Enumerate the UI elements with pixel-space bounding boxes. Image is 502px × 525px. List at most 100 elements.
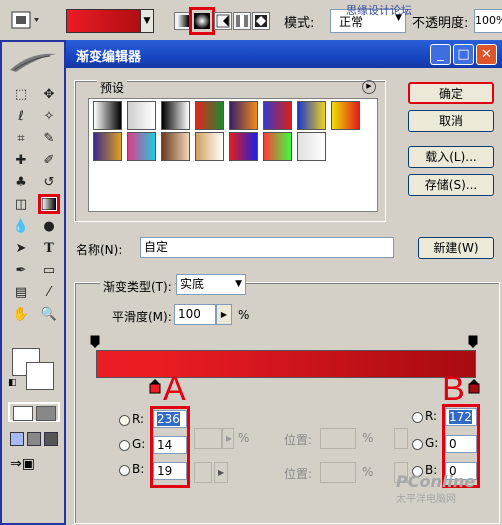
lasso-icon[interactable]: ℓ [10,106,32,126]
preset-swatch[interactable] [127,101,156,130]
zoom-icon[interactable]: 🔍 [38,304,60,324]
pct-label-1: % [238,431,250,445]
color-stop-left[interactable] [149,378,161,394]
color-stop-right[interactable] [468,378,480,394]
disabled-swatch [194,462,212,483]
hand-icon[interactable]: ✋ [10,304,32,324]
radial-gradient-button[interactable] [189,7,215,35]
magic-wand-icon[interactable]: ✧ [38,106,60,126]
new-button[interactable]: 新建(W) [418,237,494,259]
opacity-stop-left[interactable] [90,335,100,349]
gradient-picker-dropdown[interactable]: ▼ [140,9,154,33]
jump-to-imageready-icon[interactable]: ⇒▣ [10,456,35,472]
smoothness-input[interactable]: 100 [174,304,216,325]
preset-swatch[interactable] [297,132,326,161]
preset-swatch[interactable] [263,132,292,161]
maximize-button[interactable]: □ [453,44,474,65]
diamond-gradient-button[interactable] [252,12,270,30]
preset-swatch[interactable] [93,132,122,161]
radio-g-right[interactable] [412,439,423,450]
standard-mode-icon[interactable] [13,406,33,421]
dodge-icon[interactable]: ● [38,216,60,236]
path-selection-icon[interactable]: ➤ [10,238,32,258]
screen-mode-full-icon[interactable] [44,432,58,446]
preset-swatch[interactable] [331,101,360,130]
close-button[interactable]: ✕ [476,44,497,65]
type-icon[interactable]: T [38,238,60,258]
brush-icon[interactable]: ✐ [38,150,60,170]
ok-button[interactable]: 确定 [408,82,494,104]
feather-logo-icon [6,48,60,76]
blur-icon[interactable]: 💧 [10,216,32,236]
disabled-field [194,428,222,449]
radio-b-left[interactable] [119,465,130,476]
smoothness-unit: % [238,308,250,322]
shape-icon[interactable]: ▭ [38,260,60,280]
name-input[interactable]: 自定 [140,237,394,258]
g-input-right[interactable]: 0 [445,435,477,453]
smoothness-slider-arrow-icon[interactable]: ▶ [216,304,232,325]
notes-icon[interactable]: ▤ [10,282,32,302]
radio-r-left[interactable] [119,415,130,426]
b-input-left[interactable]: 19 [153,462,187,480]
footer-watermark: PConline [396,472,476,491]
opacity-stop-right[interactable] [468,335,478,349]
preset-swatch[interactable] [263,101,292,130]
slice-icon[interactable]: ✎ [38,128,60,148]
preset-swatch[interactable] [127,132,156,161]
disabled-arrow-icon: ▶ [222,428,234,449]
opacity-input[interactable]: 100% [474,9,502,33]
cancel-button[interactable]: 取消 [408,110,494,132]
gradient-type-label: 渐变类型(T): [100,278,175,295]
eyedropper-icon[interactable]: ⁄ [38,282,60,302]
r-input-left[interactable]: 236 [153,410,187,428]
dialog-title: 渐变编辑器 [76,50,142,65]
preset-swatch[interactable] [93,101,122,130]
chevron-down-icon: ▼ [235,279,242,289]
reflected-gradient-button[interactable] [233,12,251,30]
location-input-1 [320,428,356,449]
location-label-2: 位置: [284,467,313,481]
crop-icon[interactable]: ⌗ [10,128,32,148]
pen-icon[interactable]: ✒ [10,260,32,280]
clone-stamp-icon[interactable]: ♣ [10,172,32,192]
angle-gradient-button[interactable] [214,12,232,30]
screen-mode-full-menu-icon[interactable] [27,432,41,446]
r-input-right[interactable]: 172 [445,408,477,426]
gradient-type-select[interactable]: 实底 ▼ [176,274,246,295]
presets-menu-arrow-icon[interactable]: ▶ [362,80,376,94]
g-input-left[interactable]: 14 [153,436,187,454]
screen-mode-standard-icon[interactable] [10,432,24,446]
preset-swatch[interactable] [297,101,326,130]
preset-swatch[interactable] [229,132,258,161]
eraser-icon[interactable]: ◫ [10,194,32,214]
preset-swatch[interactable] [161,101,190,130]
b-label-left: B: [132,462,145,476]
pct-label-3: % [362,465,374,479]
default-colors-icon[interactable]: ◧ [8,378,17,388]
r-value-left: 236 [157,412,180,426]
g-label-left: G: [132,437,146,451]
radio-r-right[interactable] [412,412,423,423]
preset-swatch[interactable] [229,101,258,130]
marquee-icon[interactable]: ⬚ [10,84,32,104]
gradient-bar[interactable] [96,350,476,378]
preset-swatch[interactable] [195,132,224,161]
preset-swatch[interactable] [195,101,224,130]
move-icon[interactable]: ✥ [38,84,60,104]
background-color-swatch[interactable] [26,362,54,390]
quick-mask-icon[interactable] [36,406,56,421]
load-button[interactable]: 载入(L)... [408,146,494,168]
gradient-tool-icon[interactable] [38,194,60,214]
minimize-button[interactable]: _ [430,44,451,65]
gradient-tool-preset-icon[interactable] [6,8,42,32]
history-brush-icon[interactable]: ↺ [38,172,60,192]
disabled-field-2 [394,428,408,449]
healing-brush-icon[interactable]: ✚ [10,150,32,170]
radio-g-left[interactable] [119,440,130,451]
save-button[interactable]: 存储(S)... [408,174,494,196]
tools-panel: ⬚ ✥ ℓ ✧ ⌗ ✎ ✚ ✐ ♣ ↺ ◫ 💧 ● ➤ T ✒ ▭ ▤ ⁄ ✋ … [0,40,66,525]
preset-swatch[interactable] [161,132,190,161]
footer-watermark-sub: 太平洋电脑网 [396,494,456,505]
presets-list [88,98,378,212]
